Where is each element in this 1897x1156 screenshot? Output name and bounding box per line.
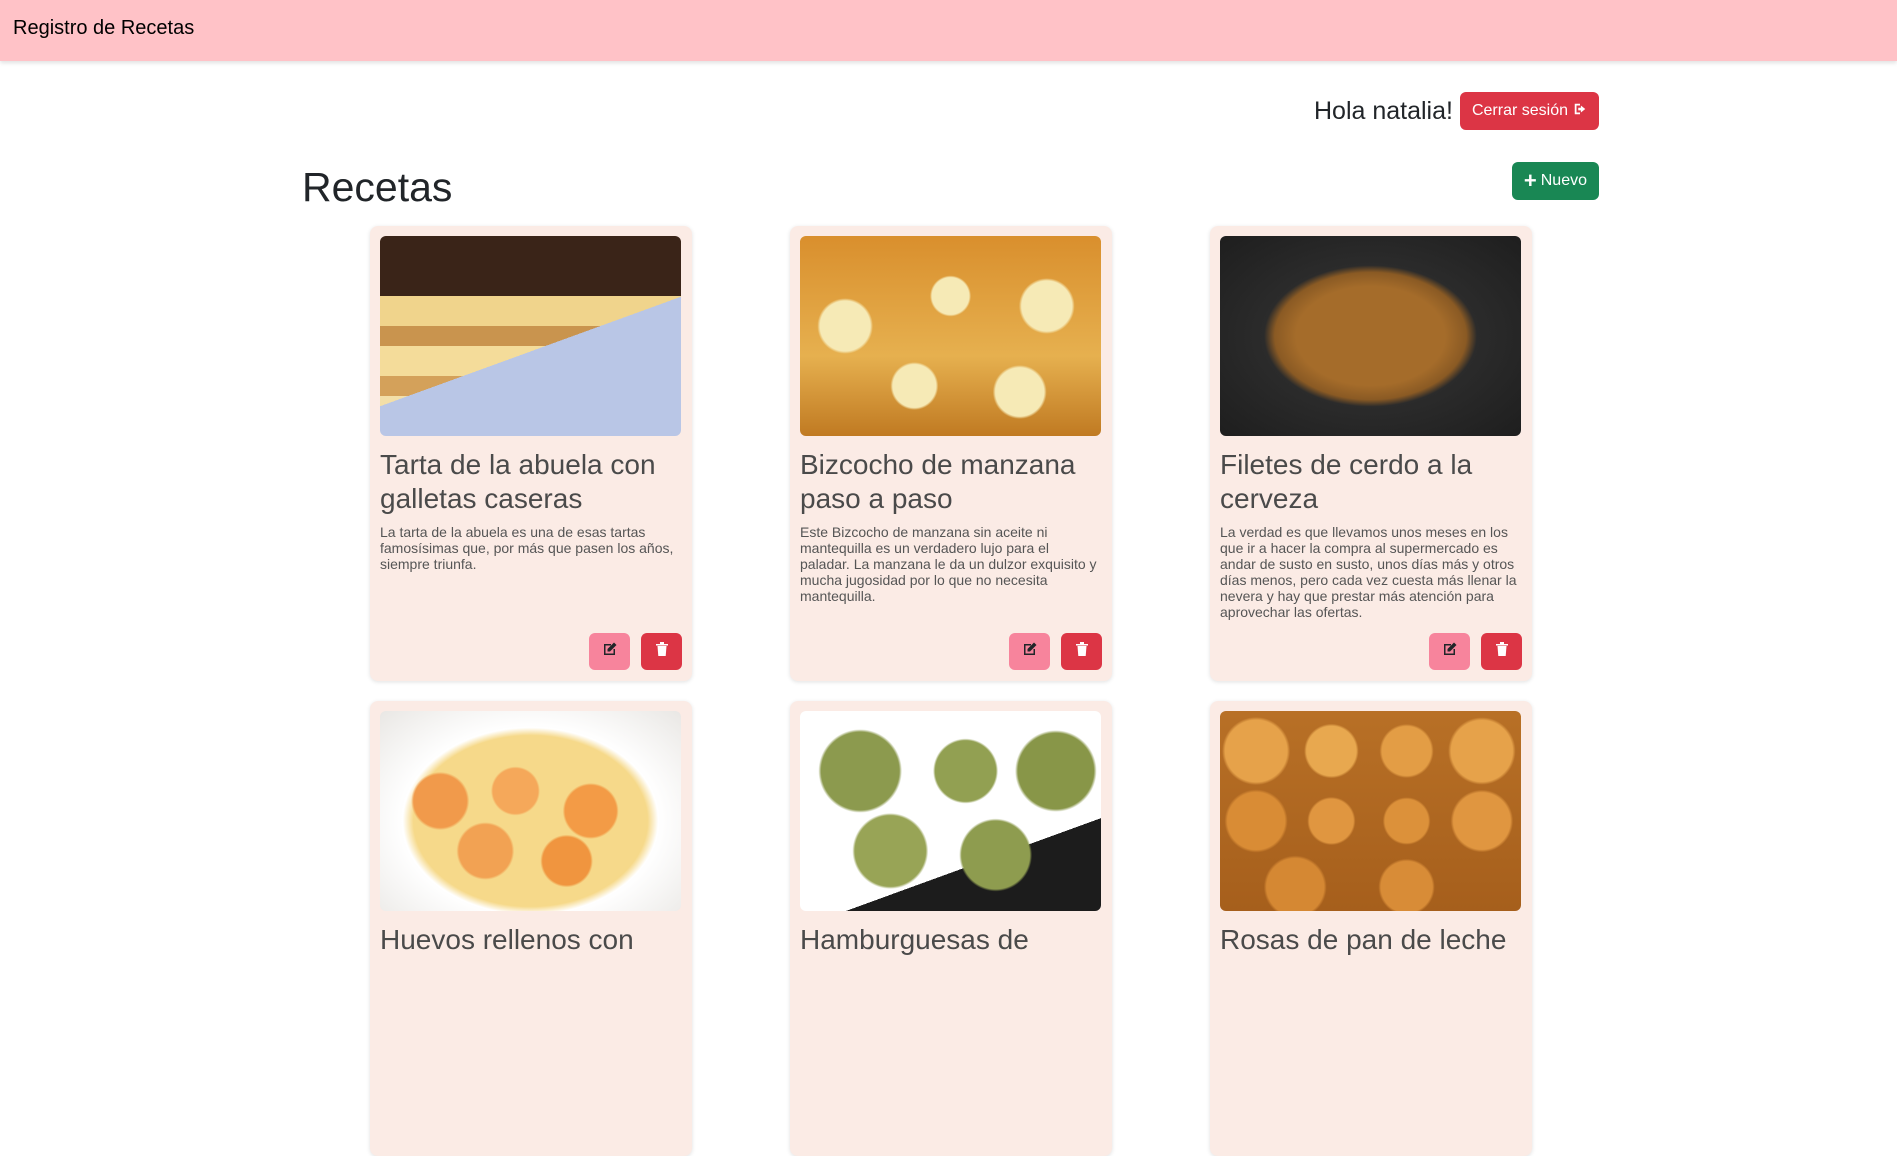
logout-button[interactable]: Cerrar sesión [1459, 92, 1599, 130]
edit-icon [1442, 641, 1458, 662]
edit-recipe-button[interactable] [589, 633, 630, 670]
recipe-image [380, 711, 681, 911]
new-recipe-button[interactable]: + Nuevo [1511, 162, 1599, 200]
logout-label: Cerrar sesión [1471, 102, 1568, 119]
edit-recipe-button[interactable] [1009, 633, 1050, 670]
recipe-card: Filetes de cerdo a la cerveza La verdad … [1210, 226, 1532, 681]
recipe-image [800, 711, 1101, 911]
recipe-card: Tarta de la abuela con galletas caseras … [370, 226, 692, 681]
recipe-actions [1009, 633, 1102, 670]
delete-recipe-button[interactable] [1481, 633, 1522, 670]
recipe-title: Tarta de la abuela con galletas caseras [380, 449, 656, 514]
user-greeting: Hola natalia! [1313, 96, 1453, 125]
edit-icon [602, 641, 618, 662]
recipe-title: Hamburguesas de [800, 924, 1029, 955]
recipe-actions [589, 633, 682, 670]
recipe-title: Bizcocho de manzana paso a paso [800, 449, 1076, 514]
page-header: Recetas + Nuevo [302, 162, 1599, 212]
trash-icon [1075, 641, 1089, 662]
delete-recipe-button[interactable] [641, 633, 682, 670]
edit-recipe-button[interactable] [1429, 633, 1470, 670]
recipe-card: Huevos rellenos con [370, 701, 692, 1156]
recipe-card: Rosas de pan de leche [1210, 701, 1532, 1156]
recipe-title: Rosas de pan de leche [1220, 924, 1507, 955]
recipe-card: Hamburguesas de [790, 701, 1112, 1156]
recipe-image [800, 236, 1101, 436]
edit-icon [1022, 641, 1038, 662]
sign-out-icon [1573, 102, 1587, 120]
trash-icon [655, 641, 669, 662]
delete-recipe-button[interactable] [1061, 633, 1102, 670]
recipe-image [1220, 236, 1521, 436]
navbar: Registro de Recetas [0, 0, 1897, 61]
recipe-title: Huevos rellenos con [380, 924, 634, 955]
page-title: Recetas [302, 164, 453, 210]
recipe-description: La verdad es que llevamos unos meses en … [1220, 524, 1517, 620]
recipe-description: La tarta de la abuela es una de esas tar… [380, 524, 674, 572]
recipe-image [380, 236, 681, 436]
plus-icon: + [1523, 168, 1537, 193]
recipe-card: Bizcocho de manzana paso a paso Este Biz… [790, 226, 1112, 681]
recipe-description: Este Bizcocho de manzana sin aceite ni m… [800, 524, 1097, 604]
recipe-title: Filetes de cerdo a la cerveza [1220, 449, 1473, 514]
trash-icon [1495, 641, 1509, 662]
recipe-actions [1429, 633, 1522, 670]
navbar-brand[interactable]: Registro de Recetas [13, 17, 194, 40]
recipe-image [1220, 711, 1521, 911]
user-bar: Hola natalia! Cerrar sesión [302, 92, 1599, 130]
new-recipe-label: Nuevo [1540, 172, 1587, 189]
